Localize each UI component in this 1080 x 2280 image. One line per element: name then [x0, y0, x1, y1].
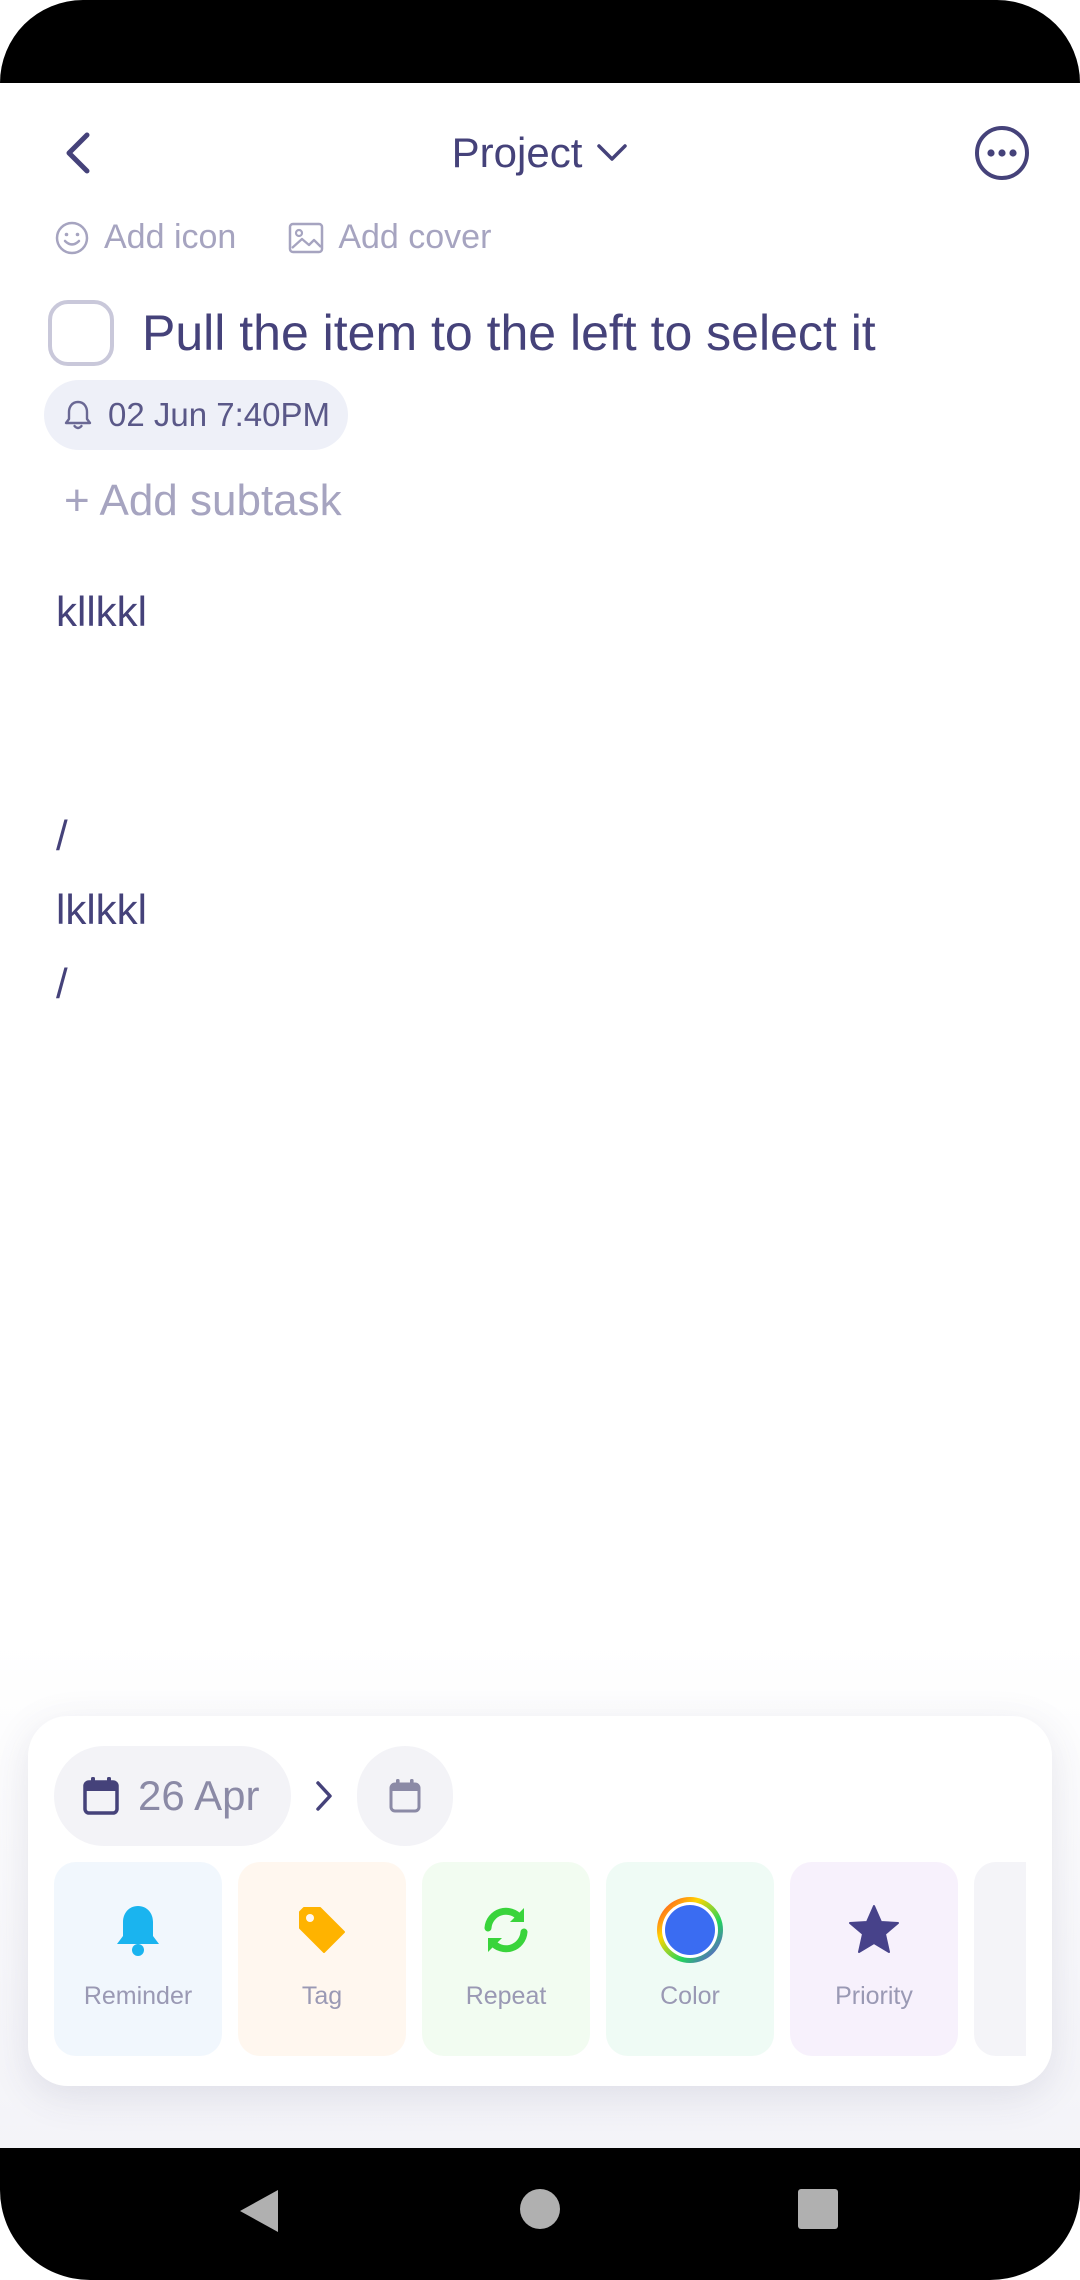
- tag-tool-label: Tag: [301, 1982, 343, 2010]
- project-selector[interactable]: Project: [0, 123, 1080, 183]
- color-wheel-icon: [657, 1897, 723, 1963]
- reminder-tool[interactable]: Reminder: [54, 1862, 222, 2056]
- task-checkbox[interactable]: [48, 300, 114, 366]
- status-bar: [0, 0, 1080, 83]
- system-nav-bar: [0, 2148, 1080, 2280]
- priority-tool-label: Priority: [835, 1982, 913, 2010]
- color-tool-label: Color: [660, 1982, 720, 2010]
- calendar-icon: [389, 1779, 421, 1813]
- add-icon-button[interactable]: Add icon: [54, 218, 236, 257]
- more-options-button[interactable]: [972, 123, 1032, 183]
- tag-icon: [299, 1907, 345, 1953]
- add-icon-label: Add icon: [104, 218, 237, 256]
- star-icon: [849, 1905, 899, 1953]
- nav-recents-icon[interactable]: [797, 2188, 839, 2230]
- repeat-tool[interactable]: Repeat: [422, 1862, 590, 2056]
- project-title: Project: [451, 129, 583, 176]
- more-icon: [975, 126, 1029, 180]
- tools-row: Reminder Tag Repeat Color Priority: [54, 1862, 1026, 2056]
- add-subtask-button[interactable]: + Add subtask: [64, 476, 342, 526]
- task-title[interactable]: Pull the item to the left to select it: [142, 304, 876, 362]
- note-line[interactable]: lklkkl: [56, 886, 147, 934]
- repeat-icon: [484, 1907, 528, 1953]
- reminder-tool-label: Reminder: [83, 1982, 193, 2010]
- smiley-icon: [55, 221, 89, 254]
- chevron-right-icon: [316, 1781, 333, 1811]
- date-range-row: 26 Apr: [54, 1746, 454, 1846]
- chevron-down-icon: [597, 144, 628, 161]
- calendar-icon: [83, 1777, 119, 1815]
- bell-icon: [117, 1906, 159, 1956]
- task-row: Pull the item to the left to select it: [48, 300, 876, 366]
- add-row: Add icon Add cover: [54, 218, 491, 257]
- more-tool[interactable]: D: [974, 1862, 1026, 2056]
- note-line[interactable]: kllkkl: [56, 588, 147, 636]
- quick-actions-panel: 26 Apr Reminder Tag Repeat Color Priorit…: [28, 1716, 1052, 2086]
- bell-icon: [64, 400, 92, 430]
- tag-tool[interactable]: Tag: [238, 1862, 406, 2056]
- priority-tool[interactable]: Priority: [790, 1862, 958, 2056]
- nav-back-icon[interactable]: [238, 2188, 280, 2234]
- reminder-chip[interactable]: 02 Jun 7:40PM: [44, 380, 348, 450]
- end-date-chip[interactable]: [357, 1746, 454, 1846]
- note-line[interactable]: /: [56, 812, 68, 860]
- add-cover-button[interactable]: Add cover: [288, 218, 491, 257]
- date-arrow: [309, 1776, 339, 1816]
- nav-home-icon[interactable]: [519, 2188, 561, 2230]
- image-icon: [289, 222, 324, 253]
- reminder-label: 02 Jun 7:40PM: [108, 396, 330, 433]
- add-cover-label: Add cover: [338, 218, 492, 256]
- note-line[interactable]: /: [56, 960, 68, 1008]
- start-date-chip[interactable]: 26 Apr: [54, 1746, 292, 1846]
- repeat-tool-label: Repeat: [465, 1982, 547, 2010]
- start-date-label: 26 Apr: [138, 1772, 260, 1819]
- header: Project: [0, 83, 1080, 223]
- color-tool[interactable]: Color: [606, 1862, 774, 2056]
